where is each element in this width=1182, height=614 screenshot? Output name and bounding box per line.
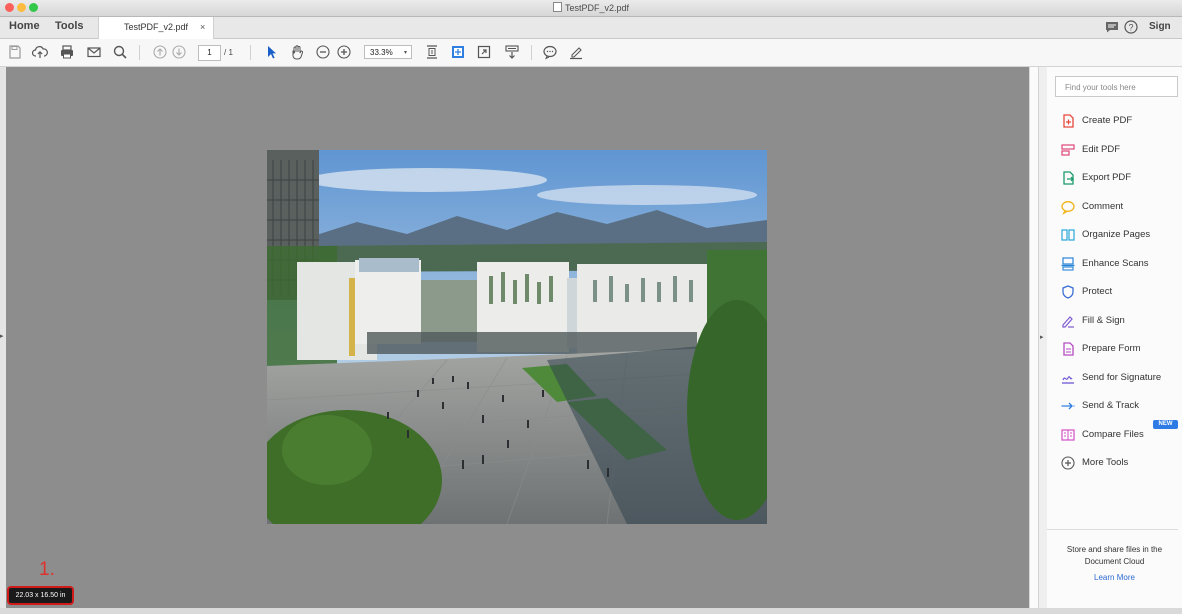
- tool-organize-pages[interactable]: Organize Pages: [1047, 224, 1182, 246]
- tool-label: Organize Pages: [1082, 229, 1151, 240]
- chevron-right-icon: ▸: [0, 333, 4, 340]
- zoom-out-icon[interactable]: [314, 43, 332, 61]
- tool-enhance-scans[interactable]: Enhance Scans: [1047, 253, 1182, 275]
- previous-page-icon[interactable]: [151, 43, 169, 61]
- help-icon[interactable]: ?: [1124, 20, 1138, 41]
- tool-label: Compare Files: [1082, 428, 1144, 440]
- tool-label: More Tools: [1082, 457, 1129, 468]
- upload-cloud-icon[interactable]: [31, 43, 49, 61]
- tool-label: Protect: [1082, 286, 1113, 297]
- toolbar-divider: [139, 45, 140, 60]
- enhance-scans-icon: [1060, 256, 1076, 272]
- zoom-in-icon[interactable]: [335, 43, 353, 61]
- document-tab-label: TestPDF_v2.pdf: [124, 22, 189, 32]
- tool-comment[interactable]: Comment: [1047, 196, 1182, 218]
- window-title: TestPDF_v2.pdf: [0, 2, 1182, 13]
- tool-label: Enhance Scans: [1082, 257, 1149, 269]
- highlight-pen-icon[interactable]: [567, 43, 585, 61]
- tool-label: Comment: [1082, 200, 1124, 212]
- next-page-icon[interactable]: [170, 43, 188, 61]
- close-tab-icon[interactable]: ×: [200, 22, 205, 32]
- main-toolbar: 1 / 1 33.3% ▾: [0, 39, 1182, 67]
- create-pdf-icon: [1060, 113, 1076, 129]
- tool-protect[interactable]: Protect: [1047, 281, 1182, 303]
- cloud-promo-line-1: Store and share files in the: [1066, 545, 1163, 554]
- edit-pdf-icon: [1060, 142, 1076, 158]
- nav-tools[interactable]: Tools: [55, 17, 84, 38]
- messages-icon[interactable]: [1105, 20, 1119, 41]
- top-navbar: Home Tools TestPDF_v2.pdf × ? Sign In: [0, 17, 1182, 51]
- send-track-icon: [1060, 398, 1076, 414]
- nav-home[interactable]: Home: [9, 17, 40, 38]
- document-tab[interactable]: TestPDF_v2.pdf ×: [98, 17, 214, 39]
- tool-more-tools[interactable]: More Tools: [1047, 452, 1182, 474]
- tool-label: Fill & Sign: [1082, 314, 1125, 326]
- window-title-text: TestPDF_v2.pdf: [564, 3, 630, 13]
- document-icon: [552, 2, 562, 12]
- page-total: / 1: [224, 48, 233, 57]
- tool-send-track[interactable]: Send & Track: [1047, 395, 1182, 417]
- zoom-level-select[interactable]: 33.3% ▾: [364, 45, 412, 59]
- tool-label: Export PDF: [1082, 172, 1132, 183]
- print-icon[interactable]: [58, 43, 76, 61]
- new-badge: NEW: [1153, 420, 1178, 429]
- document-page-image: [267, 150, 767, 524]
- svg-text:?: ?: [1128, 23, 1133, 33]
- protect-icon: [1060, 284, 1076, 300]
- tool-label: Send for Signature: [1082, 371, 1162, 383]
- search-icon[interactable]: [111, 43, 129, 61]
- tool-fill-sign[interactable]: Fill & Sign: [1047, 310, 1182, 332]
- annotation-marker: 1.: [39, 559, 55, 580]
- full-screen-icon[interactable]: [475, 43, 493, 61]
- learn-more-link[interactable]: Learn More: [1047, 573, 1182, 582]
- prepare-form-icon: [1060, 341, 1076, 357]
- tools-search-input[interactable]: Find your tools here: [1055, 76, 1178, 97]
- tool-label: Send & Track: [1082, 400, 1140, 411]
- architecture-rendering: [267, 150, 767, 524]
- comment-icon[interactable]: [541, 43, 559, 61]
- comment-icon: [1060, 199, 1076, 215]
- fit-width-icon[interactable]: [449, 43, 467, 61]
- tool-prepare-form[interactable]: Prepare Form: [1047, 338, 1182, 360]
- window-titlebar: TestPDF_v2.pdf: [0, 0, 1182, 17]
- tool-label: Prepare Form: [1082, 343, 1141, 354]
- cloud-promo-line-2: Document Cloud: [1084, 557, 1145, 566]
- tool-label: Create PDF: [1082, 115, 1133, 126]
- panel-divider: [1047, 529, 1178, 530]
- send-signature-icon: [1060, 370, 1076, 386]
- tool-edit-pdf[interactable]: Edit PDF: [1047, 139, 1182, 161]
- export-pdf-icon: [1060, 170, 1076, 186]
- save-icon[interactable]: [6, 43, 24, 61]
- more-tools-icon: [1060, 455, 1076, 471]
- select-cursor-icon[interactable]: [262, 43, 280, 61]
- organize-pages-icon: [1060, 227, 1076, 243]
- toolbar-divider: [250, 45, 251, 60]
- tool-create-pdf[interactable]: Create PDF: [1047, 110, 1182, 132]
- document-cloud-promo: Store and share files in the Document Cl…: [1047, 544, 1182, 568]
- fill-sign-icon: [1060, 313, 1076, 329]
- email-icon[interactable]: [85, 43, 103, 61]
- compare-files-icon: [1060, 427, 1076, 443]
- window-bottom-edge: [0, 608, 1182, 614]
- toolbar-divider: [531, 45, 532, 60]
- scroll-mode-icon[interactable]: [503, 43, 521, 61]
- chevron-down-icon: ▾: [403, 50, 407, 56]
- zoom-level-value: 33.3%: [370, 48, 393, 57]
- fit-page-icon[interactable]: [423, 43, 441, 61]
- sign-in-link[interactable]: Sign In: [1149, 17, 1182, 51]
- tool-send-signature[interactable]: Send for Signature: [1047, 367, 1182, 389]
- hand-tool-icon[interactable]: [288, 43, 306, 61]
- tool-label: Edit PDF: [1082, 143, 1121, 155]
- page-number-input[interactable]: 1: [198, 45, 221, 61]
- tool-export-pdf[interactable]: Export PDF: [1047, 167, 1182, 189]
- chevron-right-icon: ▸: [1040, 334, 1044, 341]
- page-size-readout: 22.03 x 16.50 in: [9, 588, 72, 603]
